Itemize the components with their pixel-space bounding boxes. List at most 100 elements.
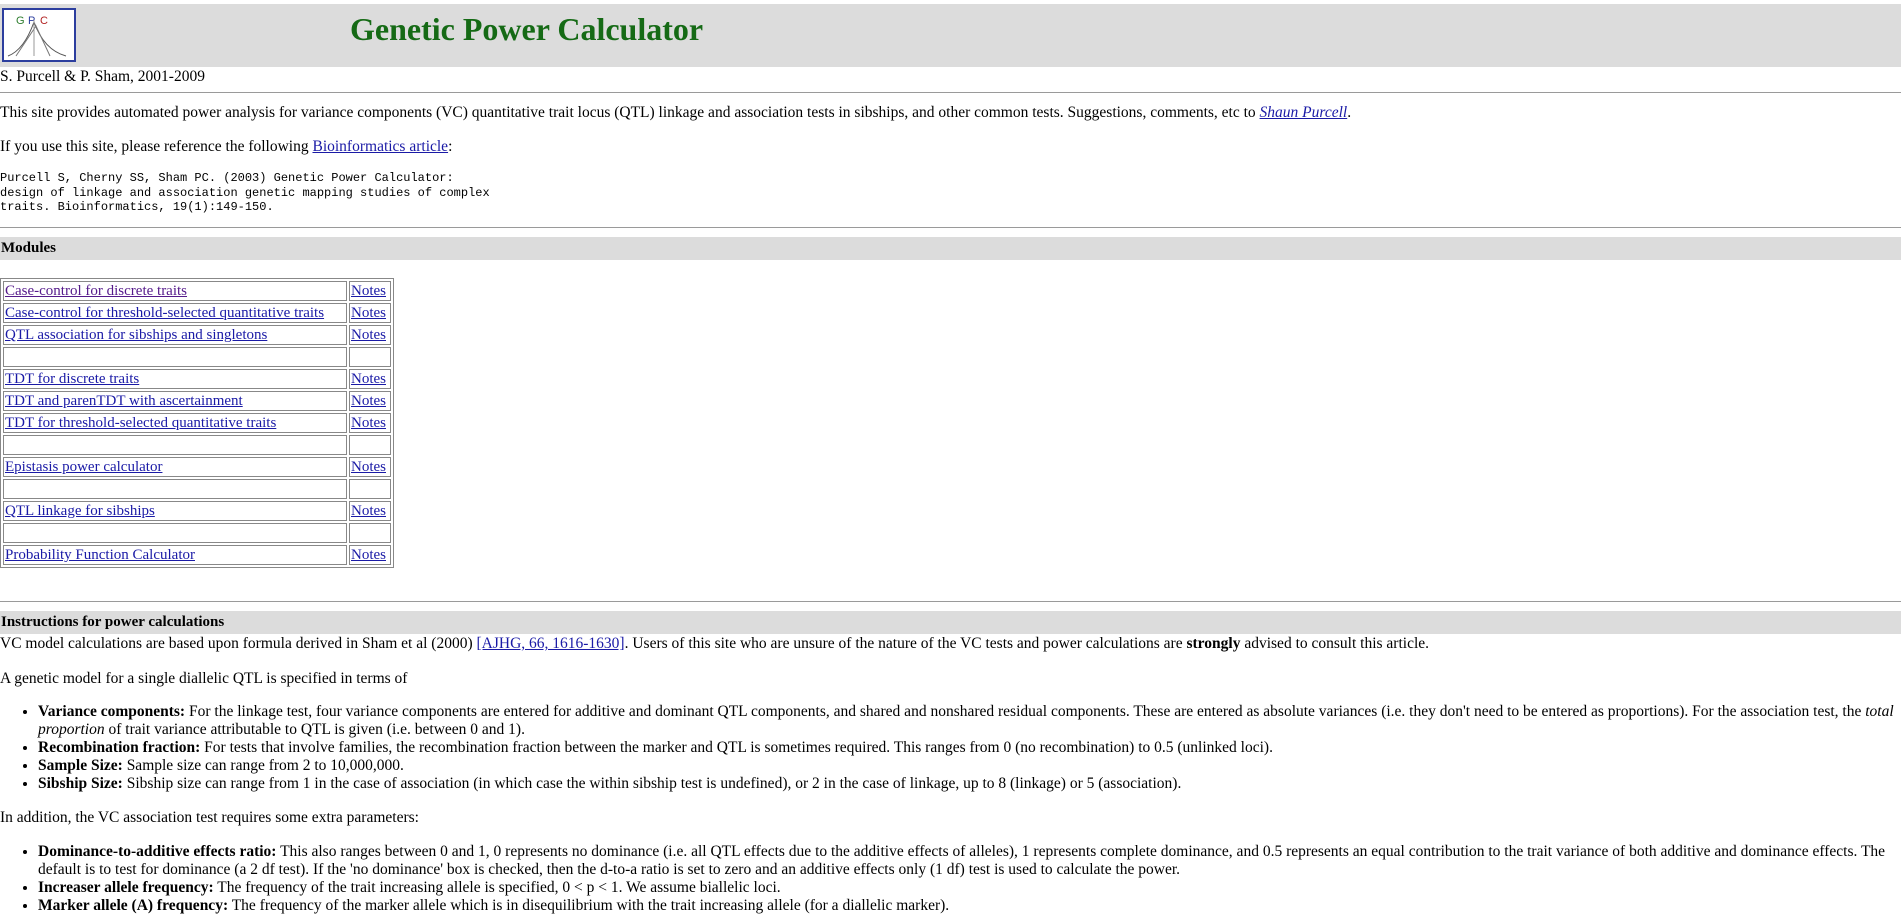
modules-heading: Modules <box>0 237 1901 260</box>
list-item-term: Variance components: <box>38 703 186 720</box>
list-item-term: Dominance-to-additive effects ratio: <box>38 843 277 860</box>
module-row <box>3 479 391 499</box>
module-name-cell <box>3 435 347 455</box>
module-link[interactable]: Case-control for threshold-selected quan… <box>5 305 324 321</box>
module-name-cell: Epistasis power calculator <box>3 457 347 477</box>
header-bar: G P C Genetic Power Calculator <box>0 4 1901 67</box>
extra-parameters-paragraph: In addition, the VC association test req… <box>0 809 419 826</box>
module-link[interactable]: QTL linkage for sibships <box>5 503 155 519</box>
module-notes-link[interactable]: Notes <box>351 547 386 563</box>
para1-text-b: . Users of this site who are unsure of t… <box>624 635 1187 652</box>
module-notes-cell: Notes <box>349 325 391 345</box>
para1-strong: strongly <box>1186 635 1241 652</box>
module-name-cell: Case-control for threshold-selected quan… <box>3 303 347 323</box>
module-name-cell: TDT and parenTDT with ascertainment <box>3 391 347 411</box>
intro-paragraph: This site provides automated power analy… <box>0 104 1351 122</box>
module-name-cell <box>3 347 347 367</box>
list-item: Marker allele (A) frequency: The frequen… <box>38 897 1898 915</box>
module-link[interactable]: TDT and parenTDT with ascertainment <box>5 393 243 409</box>
modules-table: Case-control for discrete traits Notes Cas… <box>0 278 394 568</box>
module-row: TDT for threshold-selected quantitative … <box>3 413 391 433</box>
module-notes-cell: Notes <box>349 369 391 389</box>
module-notes-cell <box>349 347 391 367</box>
list-item-term: Marker allele (A) frequency: <box>38 897 229 914</box>
module-row <box>3 523 391 543</box>
module-notes-cell: Notes <box>349 303 391 323</box>
module-name-cell: TDT for discrete traits <box>3 369 347 389</box>
module-notes-cell <box>349 523 391 543</box>
divider <box>0 601 1901 602</box>
instructions-paragraph: VC model calculations are based upon for… <box>0 635 1429 653</box>
module-notes-cell: Notes <box>349 281 391 301</box>
list-item: Recombination fraction: For tests that i… <box>38 739 1898 757</box>
reference-paragraph: If you use this site, please reference t… <box>0 138 452 156</box>
reference-text: If you use this site, please reference t… <box>0 138 313 155</box>
association-parameter-list: Dominance-to-additive effects ratio: Thi… <box>0 843 1898 915</box>
module-notes-link[interactable]: Notes <box>351 459 386 475</box>
module-link[interactable]: TDT for threshold-selected quantitative … <box>5 415 276 431</box>
list-item-term: Increaser allele frequency: <box>38 879 214 896</box>
intro-text: This site provides automated power analy… <box>0 104 1260 121</box>
list-item-text: The frequency of the marker allele which… <box>228 897 950 914</box>
divider <box>0 92 1901 93</box>
ajhg-reference-link[interactable]: [AJHG, 66, 1616-1630] <box>477 635 625 652</box>
list-item-text: For the linkage test, four variance comp… <box>185 703 1866 720</box>
list-item: Variance components: For the linkage tes… <box>38 703 1898 739</box>
reference-end: : <box>448 138 453 155</box>
module-notes-cell: Notes <box>349 457 391 477</box>
list-item-text: For tests that involve families, the rec… <box>200 739 1273 756</box>
module-notes-link[interactable]: Notes <box>351 503 386 519</box>
module-row: TDT and parenTDT with ascertainment Notes <box>3 391 391 411</box>
list-item: Dominance-to-additive effects ratio: Thi… <box>38 843 1898 879</box>
module-row <box>3 435 391 455</box>
svg-text:C: C <box>40 15 48 27</box>
module-notes-cell: Notes <box>349 545 391 565</box>
list-item-text: Sample size can range from 2 to 10,000,0… <box>122 757 404 774</box>
module-name-cell: QTL linkage for sibships <box>3 501 347 521</box>
module-notes-link[interactable]: Notes <box>351 393 386 409</box>
module-row: Case-control for discrete traits Notes <box>3 281 391 301</box>
parameter-list: Variance components: For the linkage tes… <box>0 703 1898 793</box>
module-notes-link[interactable]: Notes <box>351 327 386 343</box>
module-row: Probability Function Calculator Notes <box>3 545 391 565</box>
module-row: Epistasis power calculator Notes <box>3 457 391 477</box>
module-notes-cell: Notes <box>349 413 391 433</box>
gpc-logo: G P C <box>2 8 76 62</box>
para1-text-a: VC model calculations are based upon for… <box>0 635 477 652</box>
module-link[interactable]: Case-control for discrete traits <box>5 283 187 299</box>
list-item: Increaser allele frequency: The frequenc… <box>38 879 1898 897</box>
module-notes-link[interactable]: Notes <box>351 415 386 431</box>
list-item-text: Sibship size can range from 1 in the cas… <box>122 775 1182 792</box>
module-name-cell: TDT for threshold-selected quantitative … <box>3 413 347 433</box>
para1-text-c: advised to consult this article. <box>1240 635 1430 652</box>
module-link[interactable]: QTL association for sibships and singlet… <box>5 327 267 343</box>
list-item-term: Recombination fraction: <box>38 739 201 756</box>
module-notes-link[interactable]: Notes <box>351 371 386 387</box>
list-item-term: Sample Size: <box>38 757 123 774</box>
page-title: Genetic Power Calculator <box>350 11 704 47</box>
list-item: Sibship Size: Sibship size can range fro… <box>38 775 1898 793</box>
module-notes-cell: Notes <box>349 501 391 521</box>
list-item-term: Sibship Size: <box>38 775 123 792</box>
list-item-text: The frequency of the trait increasing al… <box>213 879 781 896</box>
module-notes-cell: Notes <box>349 391 391 411</box>
module-row: QTL association for sibships and singlet… <box>3 325 391 345</box>
module-row: TDT for discrete traits Notes <box>3 369 391 389</box>
divider <box>0 227 1901 228</box>
citation-text: Purcell S, Cherny SS, Sham PC. (2003) Ge… <box>0 171 490 214</box>
bioinformatics-article-link[interactable]: Bioinformatics article <box>312 138 448 155</box>
list-item: Sample Size: Sample size can range from … <box>38 757 1898 775</box>
module-notes-link[interactable]: Notes <box>351 305 386 321</box>
module-notes-link[interactable]: Notes <box>351 283 386 299</box>
module-link[interactable]: Epistasis power calculator <box>5 459 162 475</box>
list-item-text-continued: of trait variance attributable to QTL is… <box>104 721 525 738</box>
module-notes-cell <box>349 435 391 455</box>
module-row <box>3 347 391 367</box>
intro-end: . <box>1347 104 1352 121</box>
module-link[interactable]: TDT for discrete traits <box>5 371 139 387</box>
instructions-heading: Instructions for power calculations <box>0 611 1901 634</box>
list-item-text: This also ranges between 0 and 1, 0 repr… <box>38 843 1886 878</box>
contact-link[interactable]: Shaun Purcell <box>1260 104 1348 121</box>
module-link[interactable]: Probability Function Calculator <box>5 547 195 563</box>
module-notes-cell <box>349 479 391 499</box>
